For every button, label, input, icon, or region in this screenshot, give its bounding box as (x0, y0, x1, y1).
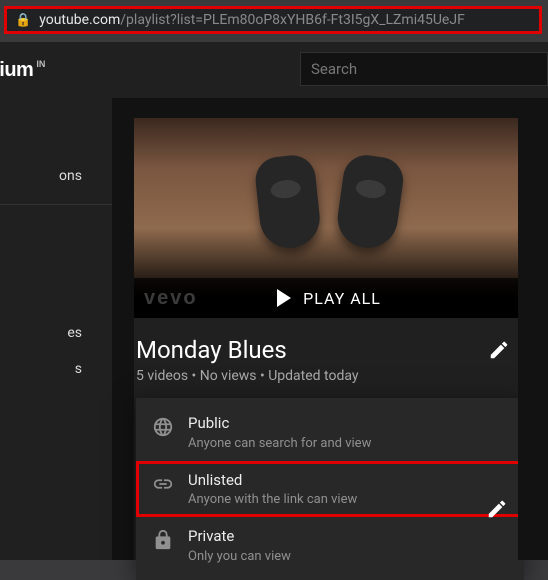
sidebar-item[interactable]: s (0, 351, 112, 387)
sidebar-item[interactable]: ons (0, 158, 112, 194)
privacy-dropdown: Public Anyone can search for and view Un… (136, 398, 524, 580)
playlist-panel: vevo PLAY ALL Monday Blues 5 videos • No… (134, 118, 524, 560)
youtube-logo[interactable]: miumIN (0, 59, 45, 82)
top-bar: miumIN Search (0, 42, 548, 98)
right-gutter (518, 98, 548, 560)
playlist-meta: 5 videos • No views • Updated today (136, 368, 524, 398)
edit-description-icon[interactable] (486, 498, 508, 520)
url-path: /playlist?list=PLEm80oP8xYHB6f-Ft3I5gX_L… (120, 12, 465, 28)
play-icon (277, 289, 291, 307)
link-icon (152, 473, 174, 495)
left-sidebar: ons es s (0, 98, 112, 560)
search-input[interactable]: Search (300, 52, 548, 86)
edit-title-icon[interactable] (488, 339, 510, 361)
privacy-option-public[interactable]: Public Anyone can search for and view (136, 404, 524, 461)
url-domain: youtube.com (39, 12, 120, 28)
playlist-title: Monday Blues (136, 336, 287, 364)
privacy-option-unlisted[interactable]: Unlisted Anyone with the link can view (136, 461, 524, 518)
privacy-option-private[interactable]: Private Only you can view (136, 517, 524, 574)
address-bar[interactable]: 🔒 youtube.com /playlist?list=PLEm80oP8xY… (4, 6, 542, 34)
thumbnail-image (258, 156, 400, 248)
sidebar-item[interactable]: es (0, 315, 112, 351)
play-all-button[interactable]: PLAY ALL (134, 278, 524, 318)
playlist-thumbnail[interactable]: vevo PLAY ALL (134, 118, 524, 318)
globe-icon (152, 416, 174, 438)
main-content: vevo PLAY ALL Monday Blues 5 videos • No… (112, 98, 518, 560)
lock-icon: 🔒 (15, 13, 31, 28)
lock-icon (152, 529, 174, 551)
